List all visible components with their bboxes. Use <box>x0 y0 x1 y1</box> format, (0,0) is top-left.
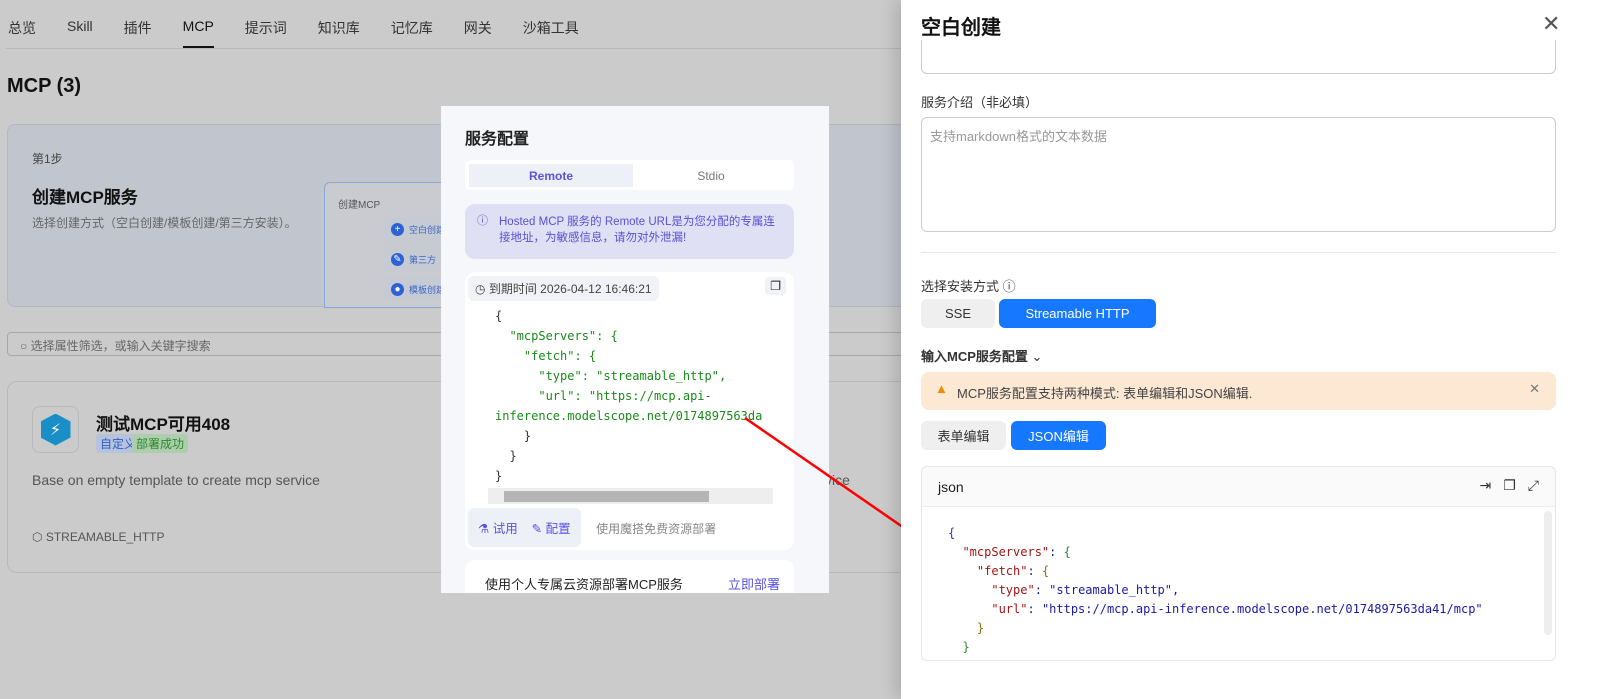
json-key: "type" <box>991 583 1035 597</box>
editor-lang: json <box>938 479 964 495</box>
divider <box>921 252 1556 253</box>
format-icon[interactable]: ⇥ <box>1480 477 1492 494</box>
json-key: "mcpServers" <box>962 545 1050 559</box>
config-label: 输入MCP服务配置 <box>921 349 1028 364</box>
json-key: "url" <box>991 602 1028 616</box>
config-section-toggle[interactable]: 输入MCP服务配置 ⌄ <box>921 346 1042 365</box>
copy-icon[interactable]: ❐ <box>1503 477 1516 494</box>
install-label-text: 选择安装方式 <box>921 279 1000 294</box>
warning-alert: ▲ MCP服务配置支持两种模式: 表单编辑和JSON编辑. ✕ <box>921 372 1556 410</box>
fullscreen-icon[interactable]: ⤢ <box>1528 477 1539 494</box>
name-input[interactable] <box>921 40 1556 74</box>
editor-header: json ⇥ ❐ ⤢ <box>922 467 1555 507</box>
json-edit-button[interactable]: JSON编辑 <box>1011 421 1106 450</box>
form-edit-button[interactable]: 表单编辑 <box>921 421 1006 450</box>
warning-text: MCP服务配置支持两种模式: 表单编辑和JSON编辑. <box>957 386 1253 401</box>
warning-icon: ▲ <box>935 381 948 396</box>
intro-textarea[interactable]: 支持markdown格式的文本数据 <box>921 117 1556 232</box>
editor-tools: ⇥ ❐ ⤢ <box>1480 477 1540 494</box>
streamable-http-button[interactable]: Streamable HTTP <box>999 299 1156 328</box>
vertical-scrollbar[interactable] <box>1544 511 1552 635</box>
sse-button[interactable]: SSE <box>921 299 995 328</box>
install-label: 选择安装方式 ⓘ <box>921 276 1016 295</box>
json-value: "https://mcp.api-inference.modelscope.ne… <box>1041 602 1483 616</box>
json-editor[interactable]: json ⇥ ❐ ⤢ { "mcpServers": { "fetch": { "t… <box>921 466 1556 661</box>
create-drawer: 空白创建 ✕ 服务介绍（非必填） 支持markdown格式的文本数据 选择安装方… <box>901 0 1607 699</box>
close-icon[interactable]: ✕ <box>1542 11 1560 37</box>
json-value: "streamable_http" <box>1049 583 1172 597</box>
json-code[interactable]: { "mcpServers": { "fetch": { "type": "st… <box>948 524 1483 657</box>
intro-placeholder: 支持markdown格式的文本数据 <box>930 129 1107 144</box>
close-alert-icon[interactable]: ✕ <box>1529 381 1540 397</box>
json-key: "fetch" <box>976 564 1028 578</box>
help-icon[interactable]: ⓘ <box>1003 279 1016 294</box>
chevron-down-icon: ⌄ <box>1031 349 1043 364</box>
drawer-title: 空白创建 <box>921 17 1001 39</box>
intro-label: 服务介绍（非必填） <box>921 95 1039 110</box>
